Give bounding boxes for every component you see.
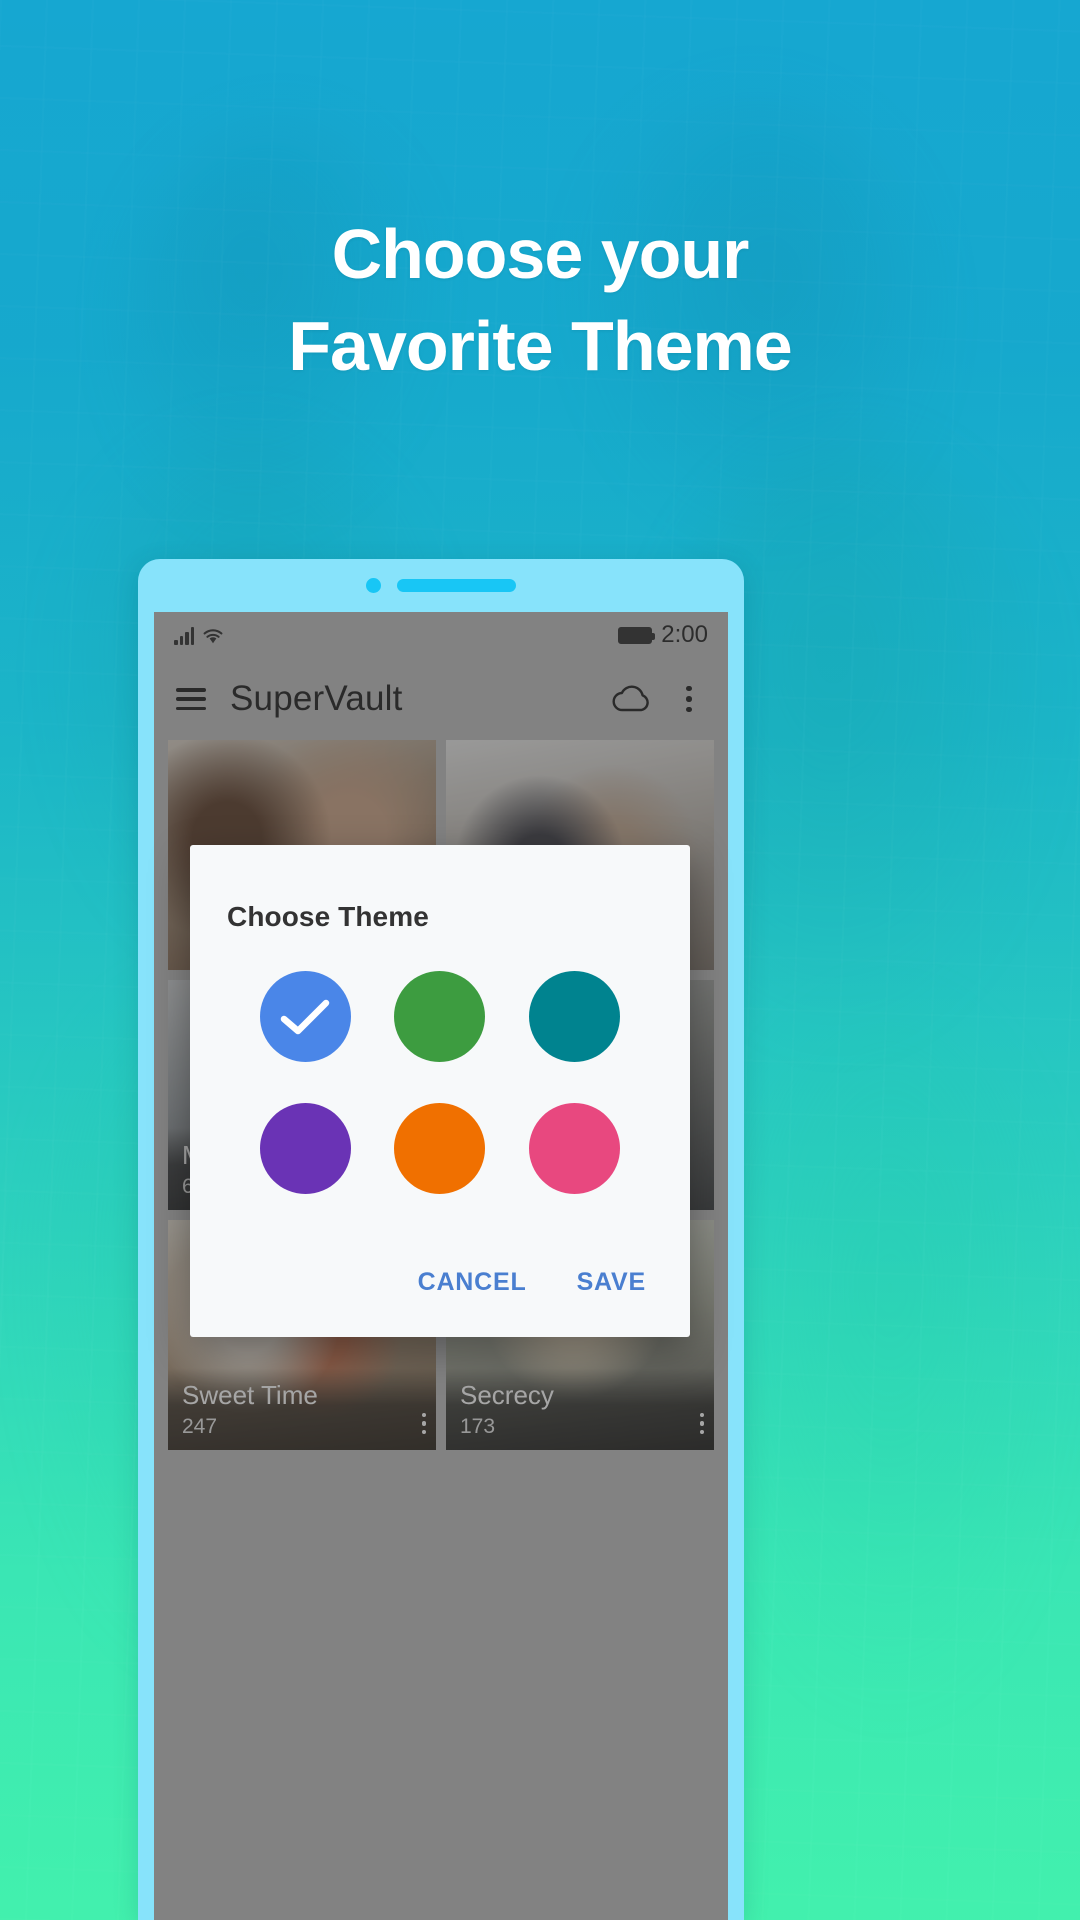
promo-headline: Choose your Favorite Theme <box>0 208 1080 392</box>
front-camera-icon <box>366 578 381 593</box>
theme-swatch-grid <box>190 933 690 1235</box>
swatch-theme-green[interactable] <box>394 971 486 1062</box>
dialog-actions: CANCEL SAVE <box>402 1258 662 1307</box>
swatch-theme-orange[interactable] <box>394 1103 486 1194</box>
cancel-button[interactable]: CANCEL <box>402 1258 543 1307</box>
headline-line-1: Choose your <box>331 215 750 293</box>
headline-line-2: Favorite Theme <box>288 307 792 385</box>
dialog-title: Choose Theme <box>227 901 429 932</box>
swatch-theme-purple[interactable] <box>259 1103 351 1194</box>
earpiece-speaker <box>397 579 516 592</box>
check-icon <box>281 999 330 1034</box>
swatch-theme-teal[interactable] <box>529 971 621 1062</box>
phone-bezel-top <box>138 559 744 612</box>
swatch-theme-pink[interactable] <box>529 1103 621 1194</box>
swatch-theme-blue[interactable] <box>259 971 351 1062</box>
save-button[interactable]: SAVE <box>561 1258 662 1307</box>
choose-theme-dialog: Choose Theme CANCEL SAVE <box>190 845 690 1337</box>
